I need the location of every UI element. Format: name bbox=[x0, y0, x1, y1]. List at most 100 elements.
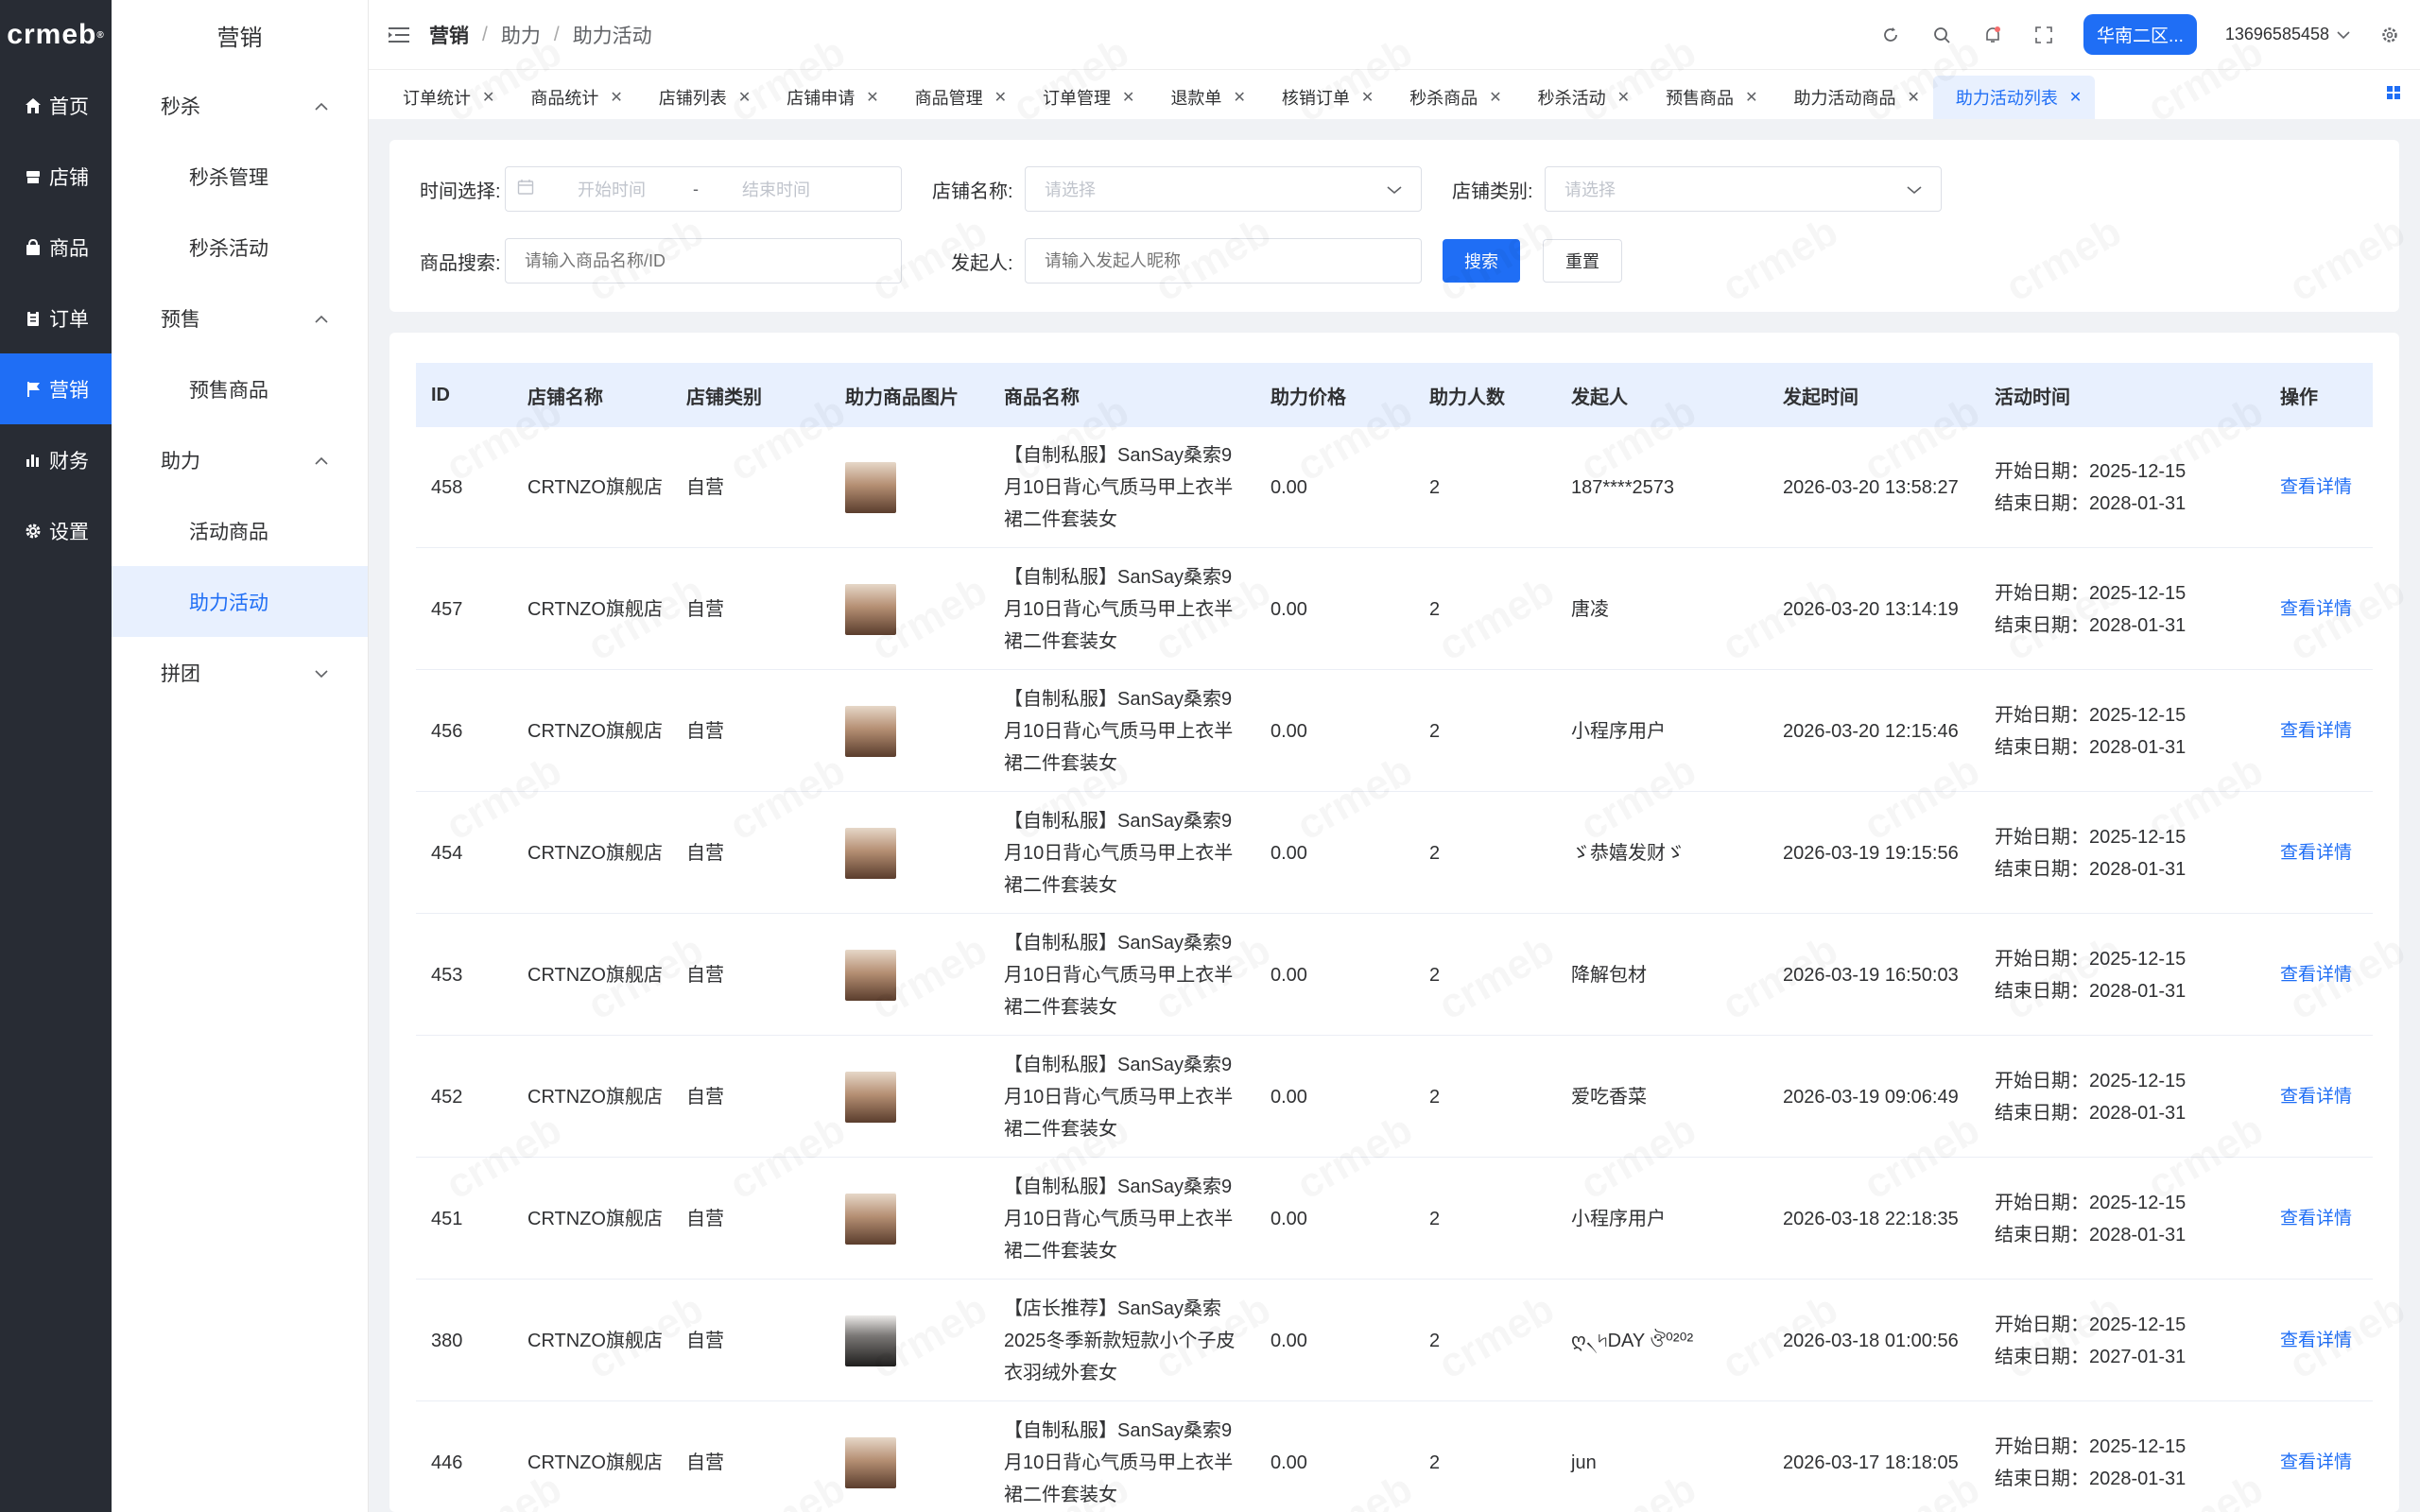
nav-item-marketing[interactable]: 营销 bbox=[0, 353, 112, 424]
view-details-link[interactable]: 查看详情 bbox=[2280, 1081, 2352, 1113]
user-account[interactable]: 13696585458 bbox=[2225, 25, 2350, 44]
view-details-link[interactable]: 查看详情 bbox=[2280, 1447, 2352, 1479]
close-icon[interactable]: ✕ bbox=[866, 88, 878, 107]
store-type-placeholder: 请选择 bbox=[1564, 180, 1616, 199]
menu-group-assist[interactable]: 助力 bbox=[112, 424, 368, 495]
gear-icon bbox=[23, 521, 43, 541]
close-icon[interactable]: ✕ bbox=[994, 88, 1007, 107]
tab-9[interactable]: 秒杀商品 ✕ bbox=[1387, 76, 1514, 119]
nav-item-goods[interactable]: 商品 bbox=[0, 212, 112, 283]
product-thumbnail[interactable] bbox=[845, 584, 896, 635]
tab-2[interactable]: 商品统计 ✕ bbox=[508, 76, 635, 119]
tab-5[interactable]: 商品管理 ✕ bbox=[892, 76, 1020, 119]
view-details-link[interactable]: 查看详情 bbox=[2280, 715, 2352, 747]
settings-icon[interactable] bbox=[2378, 24, 2401, 46]
product-thumbnail[interactable] bbox=[845, 1437, 896, 1488]
nav-item-home[interactable]: 首页 bbox=[0, 70, 112, 141]
column-header: ID bbox=[431, 384, 450, 405]
menu-group-presale[interactable]: 预售 bbox=[112, 283, 368, 353]
table-row: 451 CRTNZO旗舰店 自营 【自制私服】SanSay桑索9月10日背心气质马甲上… bbox=[416, 1159, 2373, 1280]
product-thumbnail[interactable] bbox=[845, 706, 896, 757]
clipboard-icon bbox=[23, 308, 43, 329]
menu-group-seckill[interactable]: 秒杀 bbox=[112, 70, 368, 141]
tab-12[interactable]: 助力活动商品 ✕ bbox=[1771, 76, 1932, 119]
view-details-link[interactable]: 查看详情 bbox=[2280, 959, 2352, 991]
tab-3[interactable]: 店铺列表 ✕ bbox=[636, 76, 764, 119]
start-date: 开始日期：2025-12-15 bbox=[1995, 827, 2187, 848]
view-details-link[interactable]: 查看详情 bbox=[2280, 593, 2352, 626]
menu-item-seckill-manage[interactable]: 秒杀管理 bbox=[112, 141, 368, 212]
nav-item-finance[interactable]: 财务 bbox=[0, 424, 112, 495]
breadcrumb-item: 助力活动 bbox=[572, 25, 652, 47]
search-button[interactable]: 搜索 bbox=[1443, 239, 1520, 283]
product-thumbnail[interactable] bbox=[845, 462, 896, 513]
view-details-link[interactable]: 查看详情 bbox=[2280, 1203, 2352, 1235]
row-id: 456 bbox=[431, 721, 463, 742]
table-cell: 0.00 bbox=[1270, 427, 1412, 548]
close-icon[interactable]: ✕ bbox=[1907, 88, 1919, 107]
end-date-input[interactable]: 结束时间 bbox=[742, 177, 810, 201]
tab-4[interactable]: 店铺申请 ✕ bbox=[764, 76, 891, 119]
product-thumbnail[interactable] bbox=[845, 1315, 896, 1366]
tab-8[interactable]: 核销订单 ✕ bbox=[1259, 76, 1387, 119]
nav-item-store[interactable]: 店铺 bbox=[0, 141, 112, 212]
product-thumbnail[interactable] bbox=[845, 1194, 896, 1245]
reset-button[interactable]: 重置 bbox=[1543, 239, 1622, 283]
nav-item-settings[interactable]: 设置 bbox=[0, 495, 112, 566]
column-header: 店铺名称 bbox=[527, 387, 603, 408]
table-cell: CRTNZO旗舰店 bbox=[527, 915, 669, 1036]
date-range-picker[interactable]: 开始时间 - 结束时间 bbox=[505, 166, 902, 212]
table-cell: 2 bbox=[1429, 427, 1562, 548]
close-icon[interactable]: ✕ bbox=[738, 88, 751, 107]
close-icon[interactable]: ✕ bbox=[482, 88, 494, 107]
close-icon[interactable]: ✕ bbox=[1122, 88, 1134, 107]
filter-row-1: 时间选择: 开始时间 - 结束时间 店铺名称: 请选择 店铺类别: 请选择 bbox=[420, 166, 1942, 212]
start-date-input[interactable]: 开始时间 bbox=[578, 177, 646, 201]
table-cell: 2026-03-18 22:18:35 bbox=[1783, 1159, 1991, 1280]
tab-7[interactable]: 退款单 ✕ bbox=[1148, 76, 1258, 119]
tab-10[interactable]: 秒杀活动 ✕ bbox=[1515, 76, 1643, 119]
store-type-select[interactable]: 请选择 bbox=[1545, 166, 1942, 212]
close-icon[interactable]: ✕ bbox=[1617, 88, 1630, 107]
refresh-icon[interactable] bbox=[1879, 24, 1902, 46]
fullscreen-icon[interactable] bbox=[2032, 24, 2055, 46]
view-details-link[interactable]: 查看详情 bbox=[2280, 472, 2352, 504]
menu-group-group-buy[interactable]: 拼团 bbox=[112, 637, 368, 708]
close-icon[interactable]: ✕ bbox=[1745, 88, 1757, 107]
product-thumbnail[interactable] bbox=[845, 1072, 896, 1123]
table-cell: 查看详情 bbox=[2280, 1159, 2394, 1280]
product-thumbnail[interactable] bbox=[845, 950, 896, 1001]
goods-search-input[interactable] bbox=[505, 238, 902, 284]
view-details-link[interactable]: 查看详情 bbox=[2280, 837, 2352, 869]
close-icon[interactable]: ✕ bbox=[1233, 88, 1245, 107]
table-row: 452 CRTNZO旗舰店 自营 【自制私服】SanSay桑索9月10日背心气质马甲上… bbox=[416, 1037, 2373, 1158]
tab-1[interactable]: 订单统计 ✕ bbox=[380, 76, 508, 119]
breadcrumb-item[interactable]: 营销 bbox=[429, 21, 469, 49]
menu-item-assist-activity[interactable]: 助力活动 bbox=[112, 566, 368, 637]
close-icon[interactable]: ✕ bbox=[1489, 88, 1501, 107]
store-select[interactable]: 请选择 bbox=[1025, 166, 1422, 212]
bell-icon[interactable] bbox=[1981, 24, 2004, 46]
initiator-input[interactable] bbox=[1025, 238, 1422, 284]
close-icon[interactable]: ✕ bbox=[610, 88, 622, 107]
tab-13[interactable]: 助力活动列表 ✕ bbox=[1932, 76, 2096, 119]
region-selector[interactable]: 华南二区... bbox=[2083, 14, 2197, 55]
product-thumbnail[interactable] bbox=[845, 828, 896, 879]
nav-item-order[interactable]: 订单 bbox=[0, 283, 112, 353]
table-cell: 187****2573 bbox=[1571, 427, 1741, 548]
table-cell: 0.00 bbox=[1270, 1280, 1412, 1401]
breadcrumb-item[interactable]: 助力 bbox=[501, 21, 541, 49]
menu-item-seckill-activity[interactable]: 秒杀活动 bbox=[112, 212, 368, 283]
menu-item-assist-goods[interactable]: 活动商品 bbox=[112, 495, 368, 566]
initiator: 187****2573 bbox=[1571, 477, 1674, 498]
tab-11[interactable]: 预售商品 ✕ bbox=[1643, 76, 1771, 119]
menu-item-presale-goods[interactable]: 预售商品 bbox=[112, 353, 368, 424]
tab-6[interactable]: 订单管理 ✕ bbox=[1020, 76, 1148, 119]
menu-fold-icon[interactable] bbox=[388, 24, 410, 46]
close-icon[interactable]: ✕ bbox=[1361, 88, 1374, 107]
close-icon[interactable]: ✕ bbox=[2069, 88, 2082, 107]
search-icon[interactable] bbox=[1930, 24, 1953, 46]
grid-icon[interactable] bbox=[2386, 85, 2401, 105]
table-cell bbox=[845, 915, 987, 1036]
view-details-link[interactable]: 查看详情 bbox=[2280, 1325, 2352, 1357]
